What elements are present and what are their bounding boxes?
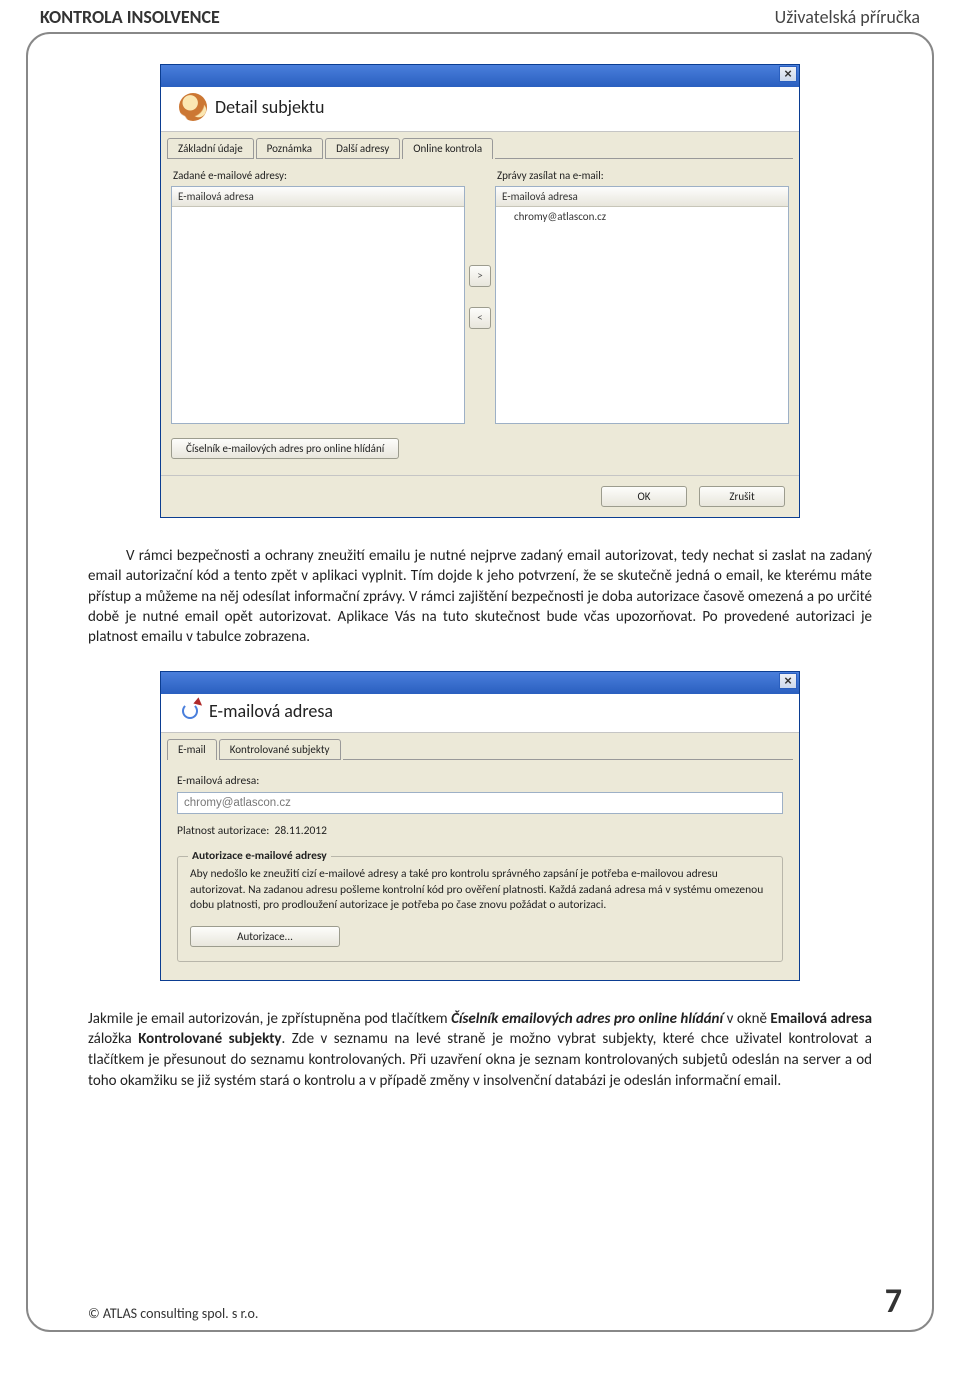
move-left-button[interactable]: < [469, 307, 491, 329]
emailova-adresa-dialog: × E-mailová adresa E-mail Kontrolované s… [160, 671, 800, 981]
left-list-header: E-mailová adresa [172, 187, 464, 207]
tab-kontrolovane-subjekty[interactable]: Kontrolované subjekty [219, 739, 341, 760]
dialog2-titlebar[interactable]: × [161, 672, 799, 694]
refresh-arrow-icon [179, 700, 201, 722]
para2-text: Jakmile je email autorizován, je zpřístu… [88, 1010, 451, 1028]
group-text: Aby nedošlo ke zneužití cizí e-mailové a… [190, 867, 770, 914]
cancel-button[interactable]: Zrušit [699, 486, 785, 507]
autorizace-button[interactable]: Autorizace... [190, 926, 340, 947]
dialog1-titlebar[interactable]: × [161, 65, 799, 87]
validity-label: Platnost autorizace: [177, 824, 269, 838]
move-right-button[interactable]: > [469, 265, 491, 287]
email-label: E-mailová adresa: [177, 774, 783, 788]
para2-bold2: Kontrolované subjekty [138, 1030, 281, 1048]
close-icon[interactable]: × [779, 673, 797, 689]
body-paragraph-2: Jakmile je email autorizován, je zpřístu… [88, 1009, 872, 1092]
email-field[interactable] [177, 792, 783, 814]
para2-emph1: Číselník emailových adres pro online hlí… [451, 1010, 723, 1028]
authorization-group: Autorizace e-mailové adresy Aby nedošlo … [177, 856, 783, 962]
para2-text: v okně [723, 1010, 770, 1028]
tab-poznamka[interactable]: Poznámka [256, 138, 323, 159]
list-item[interactable]: chromy@atlascon.cz [496, 207, 788, 226]
dialog1-title: Detail subjektu [215, 96, 325, 118]
tab-online-kontrola[interactable]: Online kontrola [402, 138, 493, 159]
body-paragraph-1: V rámci bezpečnosti a ochrany zneužití e… [88, 546, 872, 647]
ciselnik-button[interactable]: Číselník e-mailových adres pro online hl… [171, 438, 399, 459]
validity-date: 28.11.2012 [275, 824, 327, 838]
tab-email[interactable]: E-mail [167, 739, 217, 760]
left-list-label: Zadané e-mailové adresy: [171, 169, 465, 182]
detail-subjektu-dialog: × Detail subjektu Základní údaje Poznámk… [160, 64, 800, 518]
right-email-list[interactable]: E-mailová adresa chromy@atlascon.cz [495, 186, 789, 424]
page-number: 7 [885, 1281, 902, 1322]
tab-zakladni-udaje[interactable]: Základní údaje [167, 138, 254, 159]
paragraph1-text: V rámci bezpečnosti a ochrany zneužití e… [88, 547, 872, 646]
left-email-list[interactable]: E-mailová adresa [171, 186, 465, 424]
right-list-header: E-mailová adresa [496, 187, 788, 207]
dialog2-title: E-mailová adresa [209, 700, 333, 722]
doc-title-left: KONTROLA INSOLVENCE [40, 6, 220, 28]
close-icon[interactable]: × [779, 66, 797, 82]
ok-button[interactable]: OK [601, 486, 687, 507]
tab-dalsi-adresy[interactable]: Další adresy [325, 138, 400, 159]
right-list-label: Zprávy zasílat na e-mail: [495, 169, 789, 182]
group-title: Autorizace e-mailové adresy [188, 849, 331, 863]
para2-bold1: Emailová adresa [770, 1010, 872, 1028]
doc-title-right: Uživatelská příručka [775, 6, 920, 28]
document-frame: × Detail subjektu Základní údaje Poznámk… [26, 32, 934, 1332]
people-icon [179, 93, 207, 121]
copyright: © ATLAS consulting spol. s r.o. [88, 1305, 258, 1322]
para2-text: záložka [88, 1030, 138, 1048]
